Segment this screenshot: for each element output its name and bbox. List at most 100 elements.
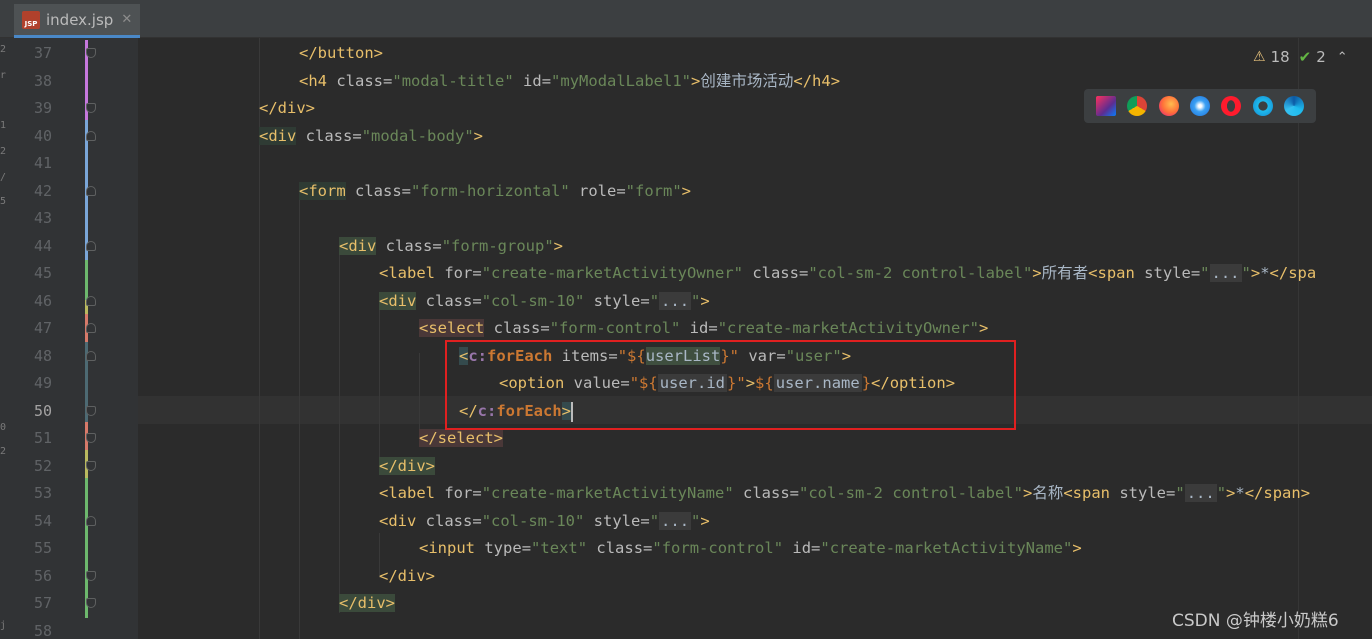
token: *: [1260, 264, 1270, 282]
line-number: 56: [33, 567, 52, 585]
token: <: [259, 127, 269, 145]
token: "col-sm-10": [481, 292, 585, 310]
fold-marker[interactable]: [86, 131, 96, 141]
ie-icon[interactable]: [1252, 96, 1273, 116]
token: type: [475, 539, 522, 557]
chevron-up-icon[interactable]: ⌃: [1337, 50, 1348, 65]
token: "text": [531, 539, 588, 557]
fold-marker[interactable]: [86, 598, 96, 608]
fold-marker[interactable]: [86, 406, 96, 416]
token: >: [681, 182, 692, 200]
folded-placeholder[interactable]: ...: [1184, 484, 1217, 502]
folded-placeholder[interactable]: ...: [659, 292, 692, 310]
line-number: 46: [33, 292, 52, 310]
token: =: [521, 539, 532, 557]
token: <: [1088, 264, 1098, 282]
token: "create-marketActivityName": [820, 539, 1073, 557]
firefox-icon[interactable]: [1158, 96, 1179, 116]
line-number-current: 50: [33, 402, 52, 420]
token: =: [540, 319, 550, 337]
fold-marker[interactable]: [86, 48, 96, 58]
code-line-39[interactable]: </div>: [259, 94, 315, 122]
line-number: 51: [33, 429, 52, 447]
fold-marker[interactable]: [86, 241, 96, 251]
fold-marker[interactable]: [86, 186, 96, 196]
folded-placeholder[interactable]: ...: [659, 512, 692, 530]
check-icon: ✔: [1298, 48, 1312, 66]
chrome-icon[interactable]: [1127, 96, 1148, 116]
line-number: 57: [33, 594, 52, 612]
token: >: [1250, 264, 1261, 282]
token: id: [513, 72, 542, 90]
line-number-gutter[interactable]: 37 38 39 40 41 42 43 44 45 46 47 48 49 5…: [8, 38, 138, 639]
fold-marker[interactable]: [86, 351, 96, 361]
code-line-54[interactable]: <div class="col-sm-10" style="... ">: [379, 507, 710, 535]
line-number: 54: [33, 512, 52, 530]
browser-preview-toolbar: [1084, 89, 1316, 123]
token: class: [587, 539, 644, 557]
fold-marker[interactable]: [86, 433, 96, 443]
token: =: [643, 539, 653, 557]
fold-marker[interactable]: [86, 571, 96, 581]
token: div: [348, 237, 377, 255]
token: </: [259, 99, 278, 117]
token: >: [700, 512, 710, 530]
code-line-42[interactable]: <form class="form-horizontal" role="form…: [299, 177, 691, 205]
fold-marker[interactable]: [86, 461, 96, 471]
fold-marker[interactable]: [86, 103, 96, 113]
token: >: [493, 429, 504, 447]
code-line-46[interactable]: <div class="col-sm-10" style="... ">: [379, 287, 710, 315]
code-line-45[interactable]: <label for="create-marketActivityOwner" …: [379, 259, 1316, 287]
left-tool-strip: 2 r 1 2 / 5 0 2 j: [0, 38, 8, 639]
code-line-55[interactable]: <input type="text" class="form-control" …: [419, 534, 1082, 562]
close-icon[interactable]: ✕: [121, 12, 132, 27]
edge-icon[interactable]: [1284, 96, 1305, 116]
token: button: [317, 44, 374, 62]
tab-index-jsp[interactable]: JSP index.jsp ✕: [14, 4, 140, 38]
token: style: [584, 292, 641, 310]
token: label: [388, 264, 436, 282]
code-line-40[interactable]: <div class="modal-body">: [259, 122, 483, 150]
token: div: [277, 99, 306, 117]
token: <: [299, 182, 309, 200]
line-number: 43: [33, 209, 52, 227]
code-line-53[interactable]: <label for="create-marketActivityName" c…: [379, 479, 1310, 507]
token: form: [308, 182, 346, 200]
code-line-47[interactable]: <select class="form-control" id="create-…: [419, 314, 988, 342]
token: ": [649, 292, 660, 310]
token: class: [327, 72, 384, 90]
token: id: [680, 319, 709, 337]
fold-marker[interactable]: [86, 296, 96, 306]
token: =: [1166, 484, 1176, 502]
code-line-56[interactable]: </div>: [379, 562, 435, 590]
code-line-44[interactable]: <div class="form-group">: [339, 232, 563, 260]
token: <: [419, 319, 429, 337]
fold-marker[interactable]: [86, 323, 96, 333]
token: =: [708, 319, 718, 337]
token: <: [379, 512, 389, 530]
token: 所有者: [1041, 264, 1089, 282]
token: =: [352, 127, 362, 145]
token: class: [416, 292, 473, 310]
safari-icon[interactable]: [1189, 96, 1210, 116]
code-line-52[interactable]: </div>: [379, 452, 436, 480]
code-editor[interactable]: </button> <h4 class="modal-title" id="my…: [138, 38, 1372, 639]
token: "form-control": [549, 319, 681, 337]
folded-placeholder[interactable]: ...: [1209, 264, 1242, 282]
intellij-icon[interactable]: [1095, 96, 1116, 116]
line-number: 44: [33, 237, 52, 255]
code-line-37[interactable]: </button>: [299, 39, 383, 67]
code-line-57[interactable]: </div>: [339, 589, 396, 617]
token: =: [1190, 264, 1201, 282]
token: h4: [308, 72, 328, 90]
token: >: [1032, 264, 1042, 282]
token: =: [472, 512, 482, 530]
strip-char: /: [0, 172, 7, 183]
fold-marker[interactable]: [86, 516, 96, 526]
code-line-38[interactable]: <h4 class="modal-title" id="myModalLabel…: [299, 67, 840, 95]
token: <: [339, 237, 349, 255]
inspection-widget[interactable]: ⚠ 18 ✔ 2 ⌃: [1253, 46, 1348, 68]
token: select: [437, 429, 494, 447]
opera-icon[interactable]: [1221, 96, 1242, 116]
token: </: [419, 429, 438, 447]
